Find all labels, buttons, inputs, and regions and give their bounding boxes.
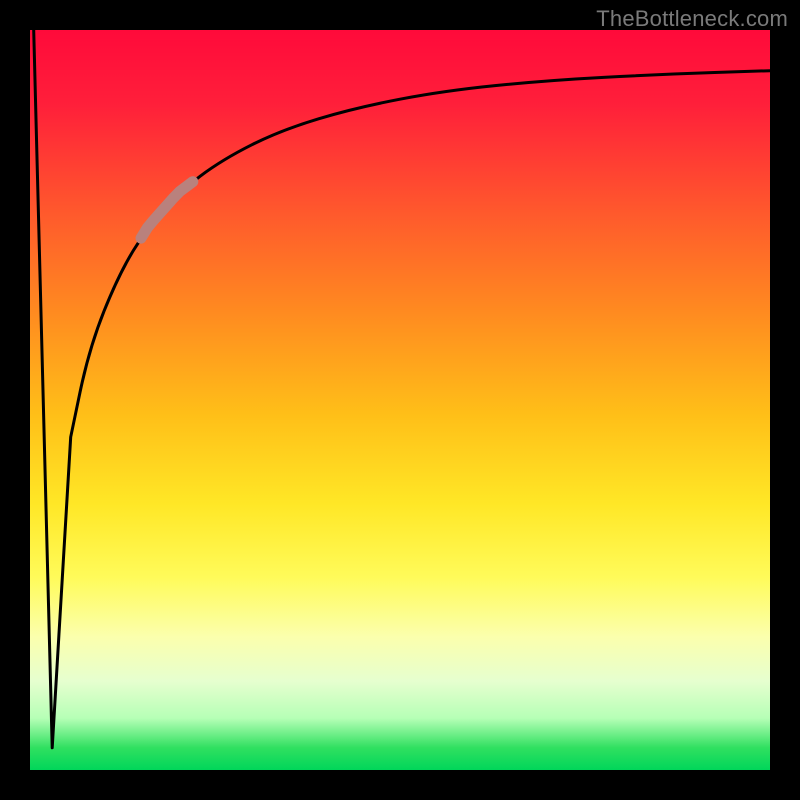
chart-frame: TheBottleneck.com — [0, 0, 800, 800]
plot-area — [30, 30, 770, 770]
curve-highlight — [141, 182, 193, 238]
curve-path — [34, 30, 770, 748]
line-chart-svg — [30, 30, 770, 770]
curve-group — [34, 30, 770, 748]
watermark-text: TheBottleneck.com — [596, 6, 788, 32]
